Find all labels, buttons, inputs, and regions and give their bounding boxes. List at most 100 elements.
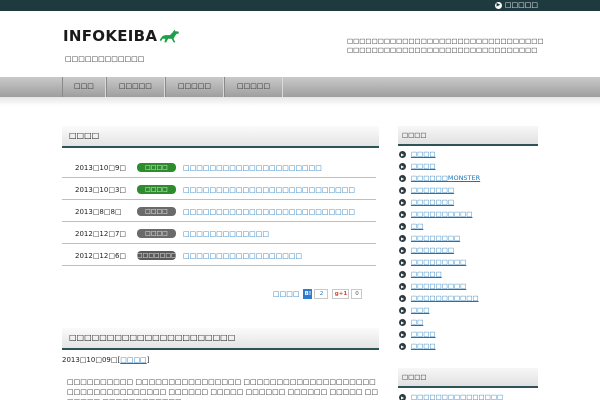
chevron-right-icon: ▶ — [399, 294, 406, 302]
sidebar-item[interactable]: ▶ □□□□□□MONSTER — [399, 172, 538, 184]
news-category-badge[interactable]: □□□□ — [137, 163, 176, 172]
hatena-bookmark-button[interactable]: B! — [303, 289, 313, 299]
sidebar-heading-categories: □□□□ — [398, 126, 538, 146]
news-category-badge[interactable]: □□□□ — [137, 229, 176, 238]
sidebar-item[interactable]: ▶ □□□□□□□□□ — [399, 280, 538, 292]
news-date: 2013□10□3□ — [75, 186, 127, 194]
chevron-right-icon: ▶ — [494, 2, 502, 9]
sidebar-item[interactable]: ▶ □□□□ — [399, 148, 538, 160]
news-section-header: □□□□ — [62, 126, 379, 148]
sidebar-item[interactable]: ▶ □□□ — [399, 304, 538, 316]
sidebar-item-label[interactable]: □□□□□□□□ — [411, 234, 460, 242]
news-title-link[interactable]: □□□□□□□□□□□□□□□□□□□□□ — [183, 164, 322, 172]
site-tagline: □□□□□□□□□□□□ — [65, 55, 145, 63]
chevron-right-icon: ▶ — [399, 174, 406, 182]
article-date: 2013□10□09□ — [62, 356, 118, 364]
nav-item-2[interactable]: □□□□□ — [105, 77, 165, 97]
chevron-right-icon: ▶ — [399, 246, 406, 254]
news-date: 2012□12□6□ — [75, 252, 127, 260]
news-item: 2012□12□7□ □□□□ □□□□□□□□□□□□□ — [62, 222, 376, 244]
sidebar-heading-label: □□□□ — [402, 131, 427, 139]
chevron-right-icon: ▶ — [399, 198, 406, 206]
sidebar-item-label[interactable]: □□□ — [411, 306, 429, 314]
sidebar-item-label[interactable]: □□□□ — [411, 162, 436, 170]
sidebar-item[interactable]: ▶ □□ — [399, 316, 538, 328]
sidebar-heading-label: □□□□ — [402, 373, 427, 381]
article-meta: 2013□10□09□[□□□□] — [62, 356, 150, 364]
sidebar-item[interactable]: ▶ □□□□□□□□□□ — [399, 208, 538, 220]
news-category-badge[interactable]: □□□□ — [137, 185, 176, 194]
top-bar-link[interactable]: ▶ □□□□□ — [494, 1, 538, 10]
news-date: 2013□8□8□ — [75, 208, 122, 216]
sidebar-item[interactable]: ▶ □□□□□□□ — [399, 196, 538, 208]
sidebar-item[interactable]: ▶ □□□□□□□□□□□□□□□ — [399, 391, 538, 400]
chevron-right-icon: ▶ — [399, 282, 406, 290]
news-section-title: □□□□ — [69, 131, 100, 140]
article-body: □□□□□□□□□□ □□□□□□□□□□□□□□□□ □□□□□□□□□□□□… — [67, 378, 378, 400]
sidebar-item-label[interactable]: □□□□ — [411, 330, 436, 338]
sidebar-item[interactable]: ▶ □□□□□□□ — [399, 184, 538, 196]
sidebar-item-label[interactable]: □□□□ — [411, 150, 436, 158]
nav-item-home[interactable]: □□□ — [62, 77, 106, 97]
nav-shadow — [0, 97, 600, 106]
news-title-link[interactable]: □□□□□□□□□□□□□□□□□□□□□□□□□□ — [183, 186, 355, 194]
sidebar-item-label[interactable]: □□□□□□□ — [411, 198, 454, 206]
news-title-link[interactable]: □□□□□□□□□□□□□ — [183, 230, 269, 238]
news-item: 2012□12□6□ □□□□□□□□ □□□□□□□□□□□□□□□□□□ — [62, 244, 376, 266]
sidebar-item-label[interactable]: □□□□ — [411, 342, 436, 350]
site-logo[interactable]: INFOKEIBA — [63, 27, 180, 45]
article-title[interactable]: □□□□□□□□□□□□□□□□□□□□□□ — [69, 333, 235, 342]
site-description: □□□□□□□□□□□□□□□□□□□□□□□□□□□□□□□□□□□□□□□□… — [347, 37, 544, 54]
chevron-right-icon: ▶ — [399, 186, 406, 194]
sidebar-item[interactable]: ▶ □□□□ — [399, 160, 538, 172]
chevron-right-icon: ▶ — [399, 210, 406, 218]
chevron-right-icon: ▶ — [399, 342, 406, 350]
google-plus-button[interactable]: g+1 — [332, 289, 350, 299]
chevron-right-icon: ▶ — [399, 306, 406, 314]
sidebar-item-label[interactable]: □□□□□□□□□□□ — [411, 294, 479, 302]
sidebar-item-label[interactable]: □□□□□□□□□ — [411, 258, 466, 266]
sidebar-heading-secondary: □□□□ — [398, 368, 538, 388]
sidebar-item[interactable]: ▶ □□□□□□□□ — [399, 232, 538, 244]
top-bar: ▶ □□□□□ — [0, 0, 600, 11]
sidebar-item-label[interactable]: □□□□□□□□□□□□□□□ — [411, 393, 503, 400]
sidebar-item[interactable]: ▶ □□□□ — [399, 328, 538, 340]
sidebar-item[interactable]: ▶ □□□□□ — [399, 268, 538, 280]
article-category-link[interactable]: □□□□ — [120, 356, 146, 364]
chevron-right-icon: ▶ — [399, 258, 406, 266]
sidebar-item-label[interactable]: □□□□□□MONSTER — [411, 174, 480, 182]
chevron-right-icon: ▶ — [399, 318, 406, 326]
chevron-right-icon: ▶ — [399, 150, 406, 158]
horse-logo-icon — [160, 29, 180, 43]
chevron-right-icon: ▶ — [399, 270, 406, 278]
news-title-link[interactable]: □□□□□□□□□□□□□□□□□□ — [183, 252, 302, 260]
sidebar-item-label[interactable]: □□□□□□□ — [411, 246, 454, 254]
news-category-badge[interactable]: □□□□ — [137, 207, 176, 216]
news-list: 2013□10□9□ □□□□ □□□□□□□□□□□□□□□□□□□□□ 20… — [62, 156, 376, 266]
news-item: 2013□10□9□ □□□□ □□□□□□□□□□□□□□□□□□□□□ — [62, 156, 376, 178]
sidebar-secondary-list: ▶ □□□□□□□□□□□□□□□ — [399, 391, 538, 400]
sidebar-item-label[interactable]: □□□□□□□ — [411, 186, 454, 194]
nav-item-3[interactable]: □□□□□ — [164, 77, 224, 97]
hatena-bookmark-count[interactable]: 2 — [314, 289, 329, 299]
chevron-right-icon: ▶ — [399, 330, 406, 338]
sidebar-item[interactable]: ▶ □□□□□□□□□□□ — [399, 292, 538, 304]
news-title-link[interactable]: □□□□□□□□□□□□□□□□□□□□□□□□□□ — [183, 208, 355, 216]
sidebar-item-label[interactable]: □□□□□□□□□ — [411, 282, 466, 290]
sidebar-item-label[interactable]: □□ — [411, 318, 423, 326]
sidebar-item[interactable]: ▶ □□ — [399, 220, 538, 232]
news-category-badge[interactable]: □□□□□□□□ — [137, 251, 176, 260]
nav-item-4[interactable]: □□□□□ — [224, 77, 284, 97]
main-nav: □□□ □□□□□ □□□□□ □□□□□ — [62, 77, 284, 97]
sidebar-item[interactable]: ▶ □□□□□□□□□ — [399, 256, 538, 268]
sidebar-category-list: ▶ □□□□ ▶ □□□□ ▶ □□□□□□MONSTER ▶ □□□□□□□ ▶ □□□□□□□… — [399, 148, 538, 352]
news-item: 2013□10□3□ □□□□ □□□□□□□□□□□□□□□□□□□□□□□□… — [62, 178, 376, 200]
sidebar-item-label[interactable]: □□ — [411, 222, 423, 230]
sidebar-item-label[interactable]: □□□□□ — [411, 270, 442, 278]
sidebar-item-label[interactable]: □□□□□□□□□□ — [411, 210, 472, 218]
chevron-right-icon: ▶ — [399, 393, 406, 400]
share-label: □□□□ — [273, 290, 300, 298]
sidebar-item[interactable]: ▶ □□□□ — [399, 340, 538, 352]
chevron-right-icon: ▶ — [399, 162, 406, 170]
sidebar-item[interactable]: ▶ □□□□□□□ — [399, 244, 538, 256]
